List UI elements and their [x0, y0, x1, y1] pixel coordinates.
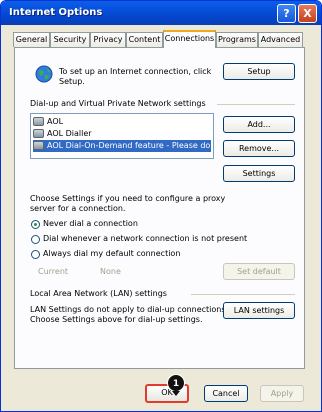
dialup-divider: [217, 104, 295, 105]
proxy-hint: Choose Settings if you need to configure…: [30, 194, 226, 203]
tab-connections[interactable]: Connections: [163, 30, 216, 48]
help-button[interactable]: ?: [277, 4, 296, 23]
setup-button[interactable]: Setup: [223, 63, 295, 80]
add-button[interactable]: Add...: [223, 116, 295, 133]
apply-button[interactable]: Apply: [260, 385, 304, 402]
settings-button[interactable]: Settings: [223, 165, 295, 182]
cancel-button[interactable]: Cancel: [204, 385, 248, 402]
dialup-connection-icon: [33, 129, 44, 138]
lan-description-cont: Choose Settings above for dial-up settin…: [30, 315, 203, 324]
step-pointer-arrow-icon: [172, 391, 180, 396]
dialup-connection-icon: [33, 141, 44, 150]
dialup-heading: Dial-up and Virtual Private Network sett…: [30, 99, 206, 108]
title-bar[interactable]: Internet Options ? X: [1, 1, 321, 25]
tab-programs[interactable]: Programs: [216, 32, 258, 47]
lan-description: LAN Settings do not apply to dial-up con…: [30, 305, 229, 314]
connection-name: AOL Dialler: [47, 129, 92, 138]
connections-list[interactable]: AOL AOL Dialler AOL Dial-On-Demand featu…: [30, 113, 214, 159]
tab-privacy[interactable]: Privacy: [90, 32, 126, 47]
tab-general[interactable]: General: [13, 32, 50, 47]
connection-name: AOL: [47, 117, 64, 126]
radio-dial-whenever-label[interactable]: Dial whenever a network connection is no…: [43, 234, 247, 243]
internet-options-dialog: Internet Options ? X General Security Pr…: [0, 0, 322, 412]
radio-never-dial[interactable]: [31, 220, 40, 229]
set-default-button[interactable]: Set default: [223, 263, 295, 280]
radio-never-dial-label[interactable]: Never dial a connection: [43, 219, 138, 228]
setup-description-cont: Setup.: [59, 77, 85, 86]
current-label: Current: [38, 267, 69, 276]
setup-description: To set up an Internet connection, click: [59, 67, 212, 76]
lan-divider: [191, 294, 295, 295]
remove-button[interactable]: Remove...: [223, 140, 295, 157]
window-title: Internet Options: [9, 7, 103, 18]
connection-name: AOL Dial-On-Demand feature - Please do N…: [47, 141, 214, 150]
tab-content[interactable]: Content: [126, 32, 163, 47]
tab-advanced[interactable]: Advanced: [258, 32, 303, 47]
radio-always-dial-label[interactable]: Always dial my default connection: [43, 249, 180, 258]
close-button[interactable]: X: [298, 4, 317, 23]
proxy-hint-cont: server for a connection.: [30, 204, 126, 213]
radio-dial-whenever[interactable]: [31, 235, 40, 244]
internet-globe-icon: [35, 65, 53, 83]
lan-settings-button[interactable]: LAN settings: [223, 302, 295, 319]
list-item-selected[interactable]: AOL Dial-On-Demand feature - Please do N…: [33, 140, 214, 152]
radio-always-dial[interactable]: [31, 250, 40, 259]
lan-heading: Local Area Network (LAN) settings: [30, 289, 167, 298]
current-value: None: [100, 267, 121, 276]
dialup-connection-icon: [33, 117, 44, 126]
step-number-badge: 1: [167, 374, 185, 392]
tab-security[interactable]: Security: [50, 32, 90, 47]
